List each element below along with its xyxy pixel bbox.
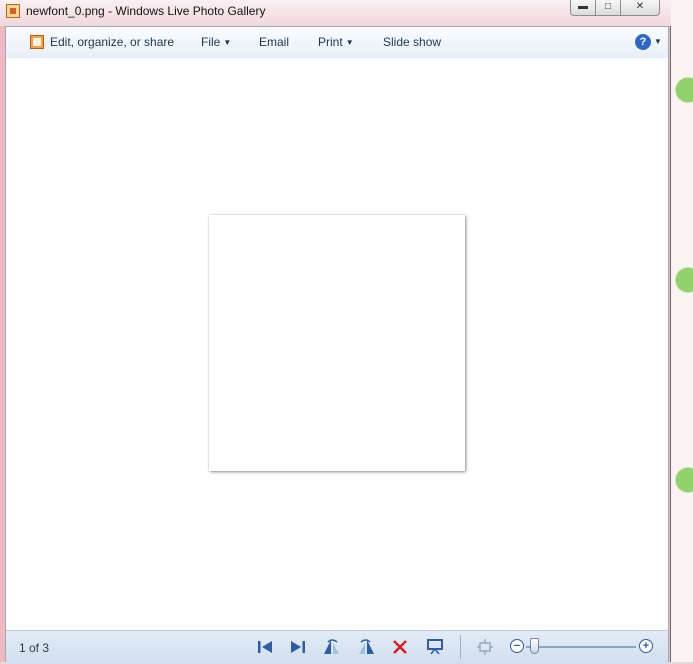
toolbar-divider — [460, 635, 461, 659]
chevron-down-icon: ▼ — [223, 38, 232, 47]
title-bar[interactable]: newfont_0.png - Windows Live Photo Galle… — [0, 0, 671, 26]
edit-organize-share-button[interactable]: Edit, organize, or share — [50, 35, 174, 49]
actual-size-button[interactable] — [475, 637, 495, 657]
edit-organize-share-label: Edit, organize, or share — [50, 35, 175, 49]
rotate-clockwise-button[interactable] — [356, 637, 376, 657]
window-title: newfont_0.png - Windows Live Photo Galle… — [26, 4, 266, 18]
print-menu-label: Print — [318, 35, 343, 49]
slide-show-icon — [427, 639, 443, 655]
email-label: Email — [259, 35, 290, 49]
chevron-down-icon[interactable]: ▼ — [654, 37, 662, 46]
slide-show-label: Slide show — [383, 35, 442, 49]
slide-show-button[interactable]: Slide show — [383, 35, 441, 49]
help-icon[interactable]: ? — [635, 34, 651, 50]
rotate-counterclockwise-button[interactable] — [322, 637, 342, 657]
navigation-bar: 1 of 3 − + — [6, 630, 668, 664]
actual-size-icon — [477, 639, 493, 655]
file-menu-button[interactable]: File ▼ — [201, 35, 231, 49]
rotate-right-icon — [359, 639, 374, 654]
edit-organize-icon — [30, 35, 44, 49]
close-button[interactable]: ✕ — [620, 0, 660, 16]
file-menu-label: File — [201, 35, 221, 49]
next-icon — [291, 641, 305, 653]
client-area: Edit, organize, or share File ▼ Email Pri… — [5, 26, 669, 664]
rotate-left-icon — [324, 639, 339, 654]
maximize-icon: □ — [604, 1, 612, 12]
command-bar: Edit, organize, or share File ▼ Email Pri… — [6, 27, 668, 59]
previous-icon — [258, 641, 272, 653]
zoom-slider-thumb[interactable] — [530, 638, 539, 654]
zoom-slider-track[interactable] — [526, 646, 636, 648]
zoom-in-button[interactable]: + — [639, 639, 653, 653]
photo-viewer-canvas — [6, 58, 668, 630]
previous-button[interactable] — [255, 637, 275, 657]
photo-gallery-window: newfont_0.png - Windows Live Photo Galle… — [0, 0, 671, 664]
chevron-down-icon: ▼ — [345, 38, 354, 47]
close-icon: ✕ — [635, 1, 645, 12]
print-menu-button[interactable]: Print ▼ — [318, 35, 354, 49]
minimize-button[interactable]: ▬ — [570, 0, 596, 16]
app-icon — [6, 4, 20, 18]
next-button[interactable] — [288, 637, 308, 657]
minimize-icon: ▬ — [578, 1, 588, 12]
maximize-button[interactable]: □ — [595, 0, 621, 16]
delete-icon — [393, 640, 407, 654]
zoom-out-button[interactable]: − — [510, 639, 524, 653]
play-slide-show-button[interactable] — [425, 637, 445, 657]
email-button[interactable]: Email — [259, 35, 289, 49]
displayed-photo — [209, 215, 465, 471]
delete-button[interactable] — [390, 637, 410, 657]
photo-counter: 1 of 3 — [19, 641, 50, 655]
